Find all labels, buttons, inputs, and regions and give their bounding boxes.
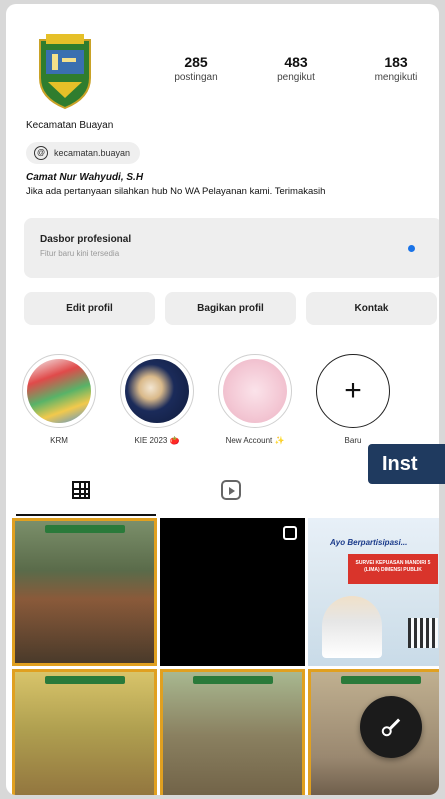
professional-dashboard[interactable]: Dasbor profesional Fitur baru kini terse… [24, 218, 439, 278]
stat-posts-label: postingan [174, 72, 218, 83]
edit-profile-button[interactable]: Edit profil [24, 292, 155, 325]
highlight-cover [125, 359, 189, 423]
profile-avatar[interactable] [34, 32, 96, 112]
post-ribbon [45, 525, 125, 533]
post-ribbon [45, 676, 125, 684]
bio-name: Camat Nur Wahyudi, S.H [26, 172, 144, 183]
stat-following-label: mengikuti [374, 72, 418, 83]
story-highlights: KRM KIE 2023 🍅 New Account ✨ + Baru [20, 354, 439, 445]
post-banner-text: SURVEI KEPUASAN MANDIRI 5 (LIMA) DIMENSI… [355, 560, 431, 573]
post-people [322, 596, 382, 658]
highlight-ring [22, 354, 96, 428]
new-highlight-button[interactable]: + Baru [314, 354, 392, 445]
stat-followers[interactable]: 483 pengikut [256, 54, 336, 83]
instagram-overlay-label: Inst [368, 444, 445, 484]
post-title: Ayo Berpartisipasi... [330, 538, 408, 547]
qr-code [408, 618, 438, 648]
post-thumbnail[interactable] [12, 518, 157, 666]
stat-following[interactable]: 183 mengikuti [356, 54, 436, 83]
post-thumbnail[interactable] [12, 669, 157, 795]
profile-screen: 285 postingan 483 pengikut 183 mengikuti… [6, 4, 439, 795]
threads-icon: @ [34, 146, 48, 160]
highlight-label: New Account ✨ [225, 436, 285, 445]
key-floating-button[interactable] [360, 696, 422, 758]
notification-dot [408, 245, 415, 252]
stat-posts[interactable]: 285 postingan [156, 54, 236, 83]
tab-reels[interactable] [156, 464, 306, 516]
profile-stats: 285 postingan 483 pengikut 183 mengikuti [156, 54, 436, 83]
highlight-cover [27, 359, 91, 423]
threads-badge[interactable]: @ kecamatan.buayan [26, 142, 141, 164]
stat-following-value: 183 [384, 54, 408, 70]
post-thumbnail[interactable]: Ayo Berpartisipasi... SURVEI KEPUASAN MA… [308, 518, 439, 666]
post-ribbon [193, 676, 273, 684]
reel-icon [283, 526, 297, 540]
highlight-kie-2023[interactable]: KIE 2023 🍅 [118, 354, 196, 445]
post-banner: SURVEI KEPUASAN MANDIRI 5 (LIMA) DIMENSI… [348, 554, 438, 584]
highlight-ring [218, 354, 292, 428]
highlight-label: KIE 2023 🍅 [134, 436, 180, 445]
plus-icon: + [344, 374, 362, 407]
stat-followers-value: 483 [284, 54, 308, 70]
post-ribbon [341, 676, 421, 684]
highlight-label: Baru [344, 436, 362, 445]
post-thumbnail[interactable] [160, 669, 305, 795]
threads-handle: kecamatan.buayan [54, 148, 131, 158]
highlight-cover [223, 359, 287, 423]
highlight-ring: + [316, 354, 390, 428]
contact-button[interactable]: Kontak [306, 292, 437, 325]
reels-icon [221, 480, 241, 500]
dashboard-title: Dasbor profesional [40, 234, 132, 245]
profile-display-name: Kecamatan Buayan [26, 120, 114, 131]
bio-text: Jika ada pertanyaan silahkan hub No WA P… [26, 186, 326, 197]
highlight-ring [120, 354, 194, 428]
grid-icon [72, 481, 90, 499]
tab-posts-grid[interactable] [6, 464, 156, 516]
highlight-new-account[interactable]: New Account ✨ [216, 354, 294, 445]
key-icon [375, 711, 406, 742]
stat-followers-label: pengikut [277, 72, 315, 83]
post-thumbnail[interactable] [160, 518, 305, 666]
dashboard-subtitle: Fitur baru kini tersedia [40, 249, 120, 258]
share-profile-button[interactable]: Bagikan profil [165, 292, 296, 325]
highlight-label: KRM [50, 436, 68, 445]
stat-posts-value: 285 [184, 54, 208, 70]
highlight-krm[interactable]: KRM [20, 354, 98, 445]
profile-actions: Edit profil Bagikan profil Kontak [24, 292, 439, 325]
